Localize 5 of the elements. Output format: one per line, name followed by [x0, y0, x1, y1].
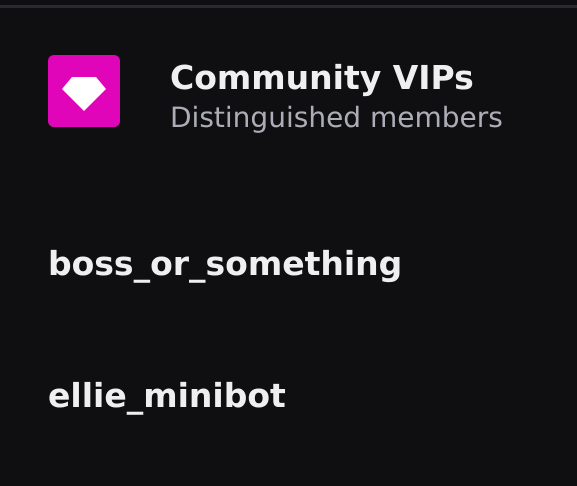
group-subtitle: Distinguished members — [170, 100, 503, 136]
member-name[interactable]: ellie_minibot — [48, 375, 577, 417]
group-title: Community VIPs — [170, 57, 475, 99]
gem-icon — [48, 55, 120, 127]
member-name[interactable]: boss_or_something — [48, 243, 577, 285]
